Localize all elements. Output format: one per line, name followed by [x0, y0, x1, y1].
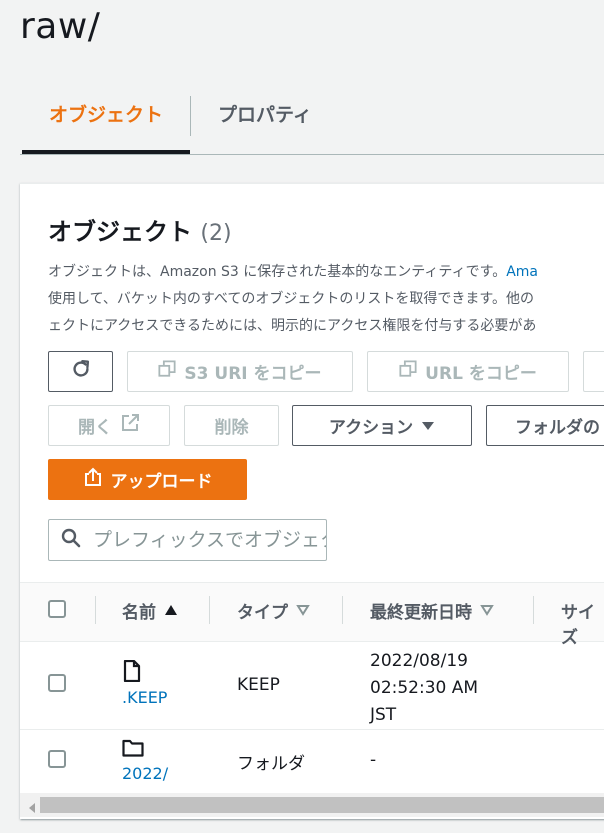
object-link[interactable]: .KEEP [122, 688, 167, 707]
column-divider [95, 596, 96, 624]
object-modified: 2022/08/19 02:52:30 AM JST [370, 648, 478, 729]
object-count: (2) [200, 221, 232, 246]
scrollbar-thumb[interactable] [40, 797, 604, 813]
upload-button[interactable]: アップロード [48, 459, 247, 500]
upload-icon [83, 467, 103, 492]
modified-timezone: JST [370, 705, 397, 725]
create-folder-label: フォルダの [515, 418, 600, 438]
search-icon [61, 528, 81, 552]
column-header-type[interactable]: タイプ [237, 598, 310, 623]
copy-icon [158, 360, 176, 383]
search-input[interactable] [91, 528, 326, 552]
copy-s3-uri-label: S3 URI をコピー [184, 364, 322, 384]
table-row [20, 641, 604, 729]
tab-objects[interactable]: オブジェクト [49, 100, 163, 127]
table-header [20, 582, 604, 642]
modified-time: 02:52:30 AM [370, 678, 479, 698]
open-button[interactable]: 開く [48, 405, 170, 446]
column-header-modified[interactable]: 最終更新日時 [370, 598, 494, 623]
caret-down-icon [421, 416, 435, 436]
table-row [20, 730, 604, 792]
modified-date: 2022/08/19 [370, 651, 468, 671]
copy-icon [399, 360, 417, 383]
column-divider [209, 596, 210, 624]
panel-title-text: オブジェクト [48, 218, 192, 246]
sort-icon [480, 601, 494, 621]
select-all-checkbox[interactable] [48, 600, 66, 618]
scroll-left-icon[interactable] [28, 799, 36, 818]
sort-icon [296, 601, 310, 621]
object-type: KEEP [237, 675, 280, 695]
search-box [48, 519, 327, 561]
copy-s3-uri-button[interactable]: S3 URI をコピー [127, 351, 353, 392]
copy-url-button[interactable]: URL をコピー [367, 351, 569, 392]
actions-label: アクション [328, 418, 414, 438]
object-modified: - [370, 750, 377, 770]
description-line-3: ェクトにアクセスできるためには、明示的にアクセス権限を付与する必要があ [48, 318, 537, 334]
create-folder-button[interactable]: フォルダの [486, 405, 604, 446]
page-title: raw/ [20, 6, 101, 47]
folder-icon [122, 739, 144, 761]
actions-dropdown[interactable]: アクション [292, 405, 472, 446]
description-text-1: オブジェクトは、Amazon S3 に保存された基本的なエンティティです。 [48, 264, 507, 280]
column-name-label: 名前 [122, 603, 156, 623]
tabs-border [20, 154, 604, 155]
description-line-2: 使用して、バケット内のすべてのオブジェクトのリストを取得できます。他の [48, 291, 534, 307]
description-line-1: オブジェクトは、Amazon S3 に保存された基本的なエンティティです。Ama [48, 261, 538, 281]
column-modified-label: 最終更新日時 [370, 603, 472, 623]
description-link[interactable]: Ama [506, 264, 538, 280]
tab-properties[interactable]: プロパティ [218, 100, 312, 127]
file-icon [123, 659, 141, 686]
column-divider [342, 596, 343, 624]
object-type: フォルダ [237, 754, 305, 774]
tab-divider [190, 96, 191, 136]
row-checkbox[interactable] [48, 750, 66, 768]
copy-url-label: URL をコピー [425, 364, 537, 384]
delete-label: 削除 [214, 418, 249, 438]
refresh-button[interactable] [48, 351, 113, 392]
column-header-name[interactable]: 名前 [122, 598, 178, 623]
object-link[interactable]: 2022/ [122, 764, 168, 783]
open-label: 開く [78, 418, 112, 438]
panel-title: オブジェクト (2) [48, 212, 232, 247]
row-checkbox[interactable] [48, 674, 66, 692]
sort-ascending-icon [164, 601, 178, 621]
upload-label: アップロード [110, 472, 213, 492]
more-toolbar-button[interactable] [583, 351, 604, 392]
column-divider [533, 596, 534, 624]
column-type-label: タイプ [237, 603, 288, 623]
external-link-icon [120, 413, 140, 438]
delete-button[interactable]: 削除 [184, 405, 279, 446]
refresh-icon [70, 358, 92, 385]
